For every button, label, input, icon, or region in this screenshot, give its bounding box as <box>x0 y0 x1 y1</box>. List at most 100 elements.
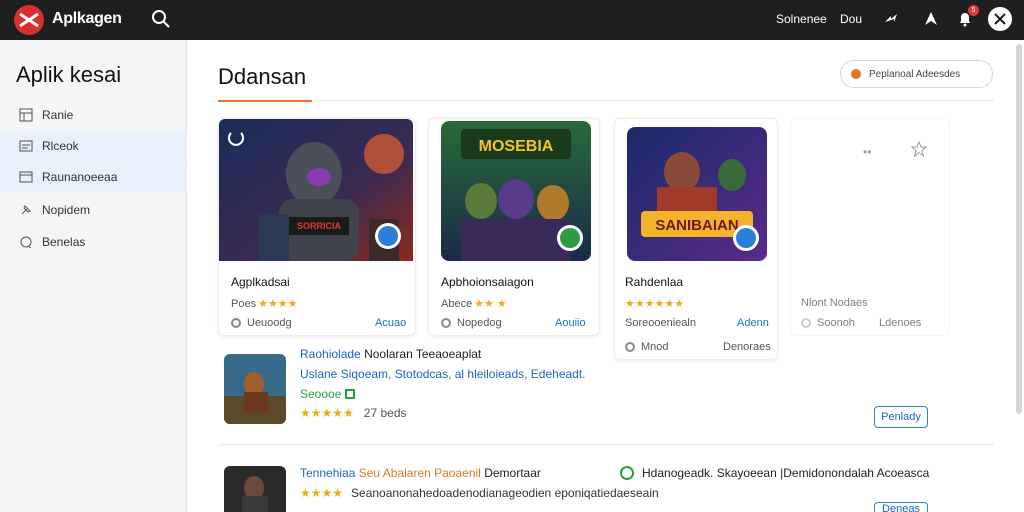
window-icon <box>18 169 34 185</box>
check-circle-icon <box>620 466 634 480</box>
app-category: Nlont Nodaes <box>801 297 868 309</box>
app-meta: Ueuoodg <box>231 317 292 329</box>
art-text: SANIBAIAN <box>655 217 738 234</box>
star-outline-icon[interactable] <box>910 140 928 162</box>
list-rating-row: ★★★★ Seanoanonahedoadenodianageodien epo… <box>300 486 659 500</box>
bell-icon[interactable]: 5 <box>954 5 979 30</box>
app-meta-label: Soonoh <box>817 317 855 329</box>
app-name: Agplkadsai <box>231 275 290 289</box>
sidebar-title: Aplik kesai <box>16 62 122 87</box>
divider <box>312 100 994 101</box>
list-title-text: Noolaran Teeaoeaplat <box>364 347 482 361</box>
filter-dropdown[interactable]: Peplanoal Adeesdes <box>840 60 993 88</box>
app-meta-label: Ueuoodg <box>247 317 292 329</box>
notification-badge: 5 <box>968 5 979 16</box>
list-title: Tennehiaa Seu Abalaren Paoaenil Demortaa… <box>300 466 541 480</box>
sidebar: Aplik kesai Ranie Rlceok Raunanoeeaa Nop… <box>0 40 187 512</box>
info-icon <box>231 318 241 328</box>
list-description: Seanoanonahedoadenodianageodien eponiqat… <box>351 486 659 500</box>
app-meta: Nopedog <box>441 317 502 329</box>
list-thumbnail[interactable] <box>224 466 286 512</box>
more-icon[interactable]: •• <box>863 145 871 159</box>
star-rating: ★★ ★ <box>474 298 507 310</box>
sidebar-item-label: Nopidem <box>42 203 91 217</box>
app-card[interactable]: MOSEBIA Apbhoionsaiagon Abece ★★ ★ Noped… <box>428 118 600 336</box>
page-title: Ddansan <box>218 64 307 89</box>
divider <box>218 444 994 445</box>
list-developer-row: Seoooe <box>300 387 356 401</box>
star-rating: ★★★★ <box>258 298 298 310</box>
install-button[interactable]: Penlady <box>874 406 928 428</box>
list-title: Raohiolade Noolaran Teeaoeaplat <box>300 347 481 361</box>
list-title-accent: Seu Abalaren Paoaenil <box>358 466 481 480</box>
navigate-icon[interactable] <box>920 8 942 30</box>
list-meta-text: Hdanogeadk. Skayoeean |Demidonondalah Ac… <box>642 466 930 480</box>
install-button[interactable]: Deneas <box>874 502 928 512</box>
sidebar-item-raunanoeeaa[interactable]: Raunanoeeaa <box>0 162 187 192</box>
card-action-link[interactable]: Acuao <box>375 317 406 329</box>
app-meta-label: Mnod <box>641 341 669 353</box>
app-category: Abece <box>441 297 473 310</box>
filter-label: Peplanoal Adeesdes <box>869 68 961 80</box>
art-text: MOSEBIA <box>479 138 554 155</box>
active-tab-indicator <box>218 100 312 102</box>
app-card[interactable]: SANIBAIAN Rahdenlaa ★★★★★★ Soreooeniealn… <box>614 118 778 360</box>
share-icon[interactable] <box>880 8 902 30</box>
verified-icon <box>345 389 356 399</box>
list-icon <box>18 138 34 154</box>
review-count: 27 beds <box>363 406 407 420</box>
art-text: SORRICIA <box>297 221 342 231</box>
sidebar-item-ranie[interactable]: Ranie <box>0 100 187 130</box>
star-rating: ★★★★★★ <box>625 298 685 310</box>
search-icon[interactable] <box>150 8 172 30</box>
verified-badge-icon <box>375 223 401 249</box>
list-title-highlight: Tennehiaa <box>300 466 356 480</box>
sidebar-item-label: Rlceok <box>42 139 79 153</box>
list-title-highlight: Raohiolade <box>300 347 361 361</box>
sidebar-item-label: Benelas <box>42 235 86 249</box>
info-icon <box>441 318 451 328</box>
sidebar-item-benelas[interactable]: Benelas <box>0 227 187 257</box>
scrollbar[interactable] <box>1016 44 1022 414</box>
list-developer: Seoooe <box>300 387 342 401</box>
sidebar-item-label: Raunanoeeaa <box>42 170 118 184</box>
card-action-link[interactable]: Ldenoes <box>879 317 921 329</box>
profile-icon[interactable] <box>988 7 1012 31</box>
brand-name[interactable]: Aplkagen <box>52 10 122 28</box>
card-action-link[interactable]: Aouiio <box>555 317 586 329</box>
top-link-solnenee[interactable]: Solnenee <box>776 12 827 26</box>
app-meta: Mnod <box>625 341 669 353</box>
app-card[interactable]: SORRICIA Agplkadsai Poes ★★★★ Ueuoodg Ac… <box>218 118 416 336</box>
app-name: Rahdenlaa <box>625 275 684 289</box>
grid-icon <box>18 107 34 123</box>
app-card[interactable]: •• Nlont Nodaes Soonoh Ldenoes <box>790 118 950 336</box>
sidebar-item-label: Ranie <box>42 108 74 122</box>
info-icon <box>625 342 635 352</box>
app-rating-row: Poes ★★★★ <box>231 297 298 311</box>
list-meta-right: Hdanogeadk. Skayoeean |Demidonondalah Ac… <box>620 466 929 480</box>
card-action-link[interactable]: Adenn <box>737 317 769 329</box>
app-meta: Soonoh <box>801 317 855 329</box>
sidebar-item-nopidem[interactable]: Nopidem <box>0 195 187 225</box>
pin-icon <box>18 202 34 218</box>
app-category: Poes <box>231 297 257 310</box>
sidebar-item-rlceok[interactable]: Rlceok <box>0 131 187 161</box>
list-description: Uslane Siqoeam, Stotodcas, al hleiloiead… <box>300 367 586 381</box>
card-secondary-link[interactable]: Denoraes <box>723 341 771 353</box>
app-meta-label: Nopedog <box>457 317 502 329</box>
verified-badge-icon <box>557 225 583 251</box>
app-logo-icon[interactable] <box>14 5 44 35</box>
list-title-text: Demortaar <box>484 466 541 480</box>
chat-icon <box>18 234 34 250</box>
app-name: Apbhoionsaiagon <box>441 275 534 289</box>
list-thumbnail[interactable] <box>224 354 286 424</box>
app-rating-row: Abece ★★ ★ <box>441 297 507 311</box>
top-navigation-bar: Aplkagen Solnenee Dou 5 <box>0 0 1024 40</box>
list-rating-row: ★★★★★ 27 beds <box>300 406 407 420</box>
info-icon <box>801 318 811 328</box>
verified-badge-icon <box>733 225 759 251</box>
top-link-dou[interactable]: Dou <box>840 12 862 26</box>
filter-icon <box>851 69 861 79</box>
app-rating-row: ★★★★★★ <box>625 297 684 310</box>
app-developer: Soreooeniealn <box>625 317 696 329</box>
